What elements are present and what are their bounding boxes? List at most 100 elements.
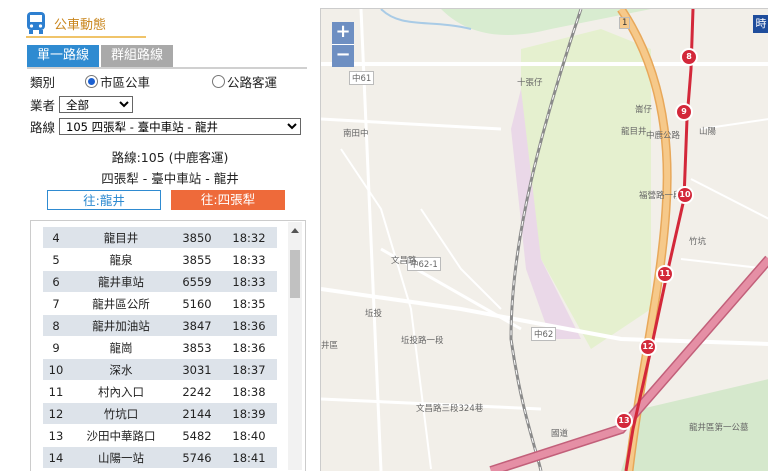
- map-label-place2: 坵投: [365, 307, 382, 319]
- stop-id: 6559: [173, 271, 221, 293]
- stop-seq: 11: [43, 381, 69, 403]
- map-stop-marker[interactable]: 10: [676, 186, 694, 204]
- table-row[interactable]: 12竹坑口214418:39: [43, 403, 277, 425]
- direction-longjing-button[interactable]: 往:龍井: [47, 190, 161, 210]
- stop-seq: 14: [43, 447, 69, 469]
- stop-time: 18:33: [221, 271, 277, 293]
- stop-name: 竹坑口: [69, 403, 173, 425]
- tab-single-route[interactable]: 單一路線: [27, 45, 99, 67]
- radio-highway-bus-label[interactable]: 公路客運: [227, 72, 277, 91]
- table-row[interactable]: 7龍井區公所516018:35: [43, 293, 277, 315]
- route-map[interactable]: + − 時 中61中62-1中621南田中坵投井區十張仔崙仔龍目井山陽文昌路文昌…: [320, 8, 768, 471]
- route-info-line1: 路線:105 (中鹿客運): [30, 147, 310, 166]
- scroll-up-arrow-icon[interactable]: [291, 228, 299, 233]
- map-label-place4: 十張仔: [517, 76, 543, 88]
- bus-icon: [26, 11, 46, 35]
- operator-select[interactable]: 全部: [59, 96, 133, 113]
- radio-highway-bus[interactable]: [212, 75, 225, 88]
- route-row: 路線 105 四張犁 - 臺中車站 - 龍井: [30, 117, 301, 136]
- stop-id: 3855: [173, 249, 221, 271]
- map-label-street6: 坵投路一段: [401, 334, 444, 346]
- stop-name: 龍泉: [69, 249, 173, 271]
- stops-table-container: 4龍目井385018:325龍泉385518:336龍井車站655918:337…: [30, 220, 306, 471]
- table-row[interactable]: 9龍崗385318:36: [43, 337, 277, 359]
- operator-label: 業者: [30, 95, 55, 114]
- map-stop-marker-number: 11: [659, 269, 670, 278]
- radio-city-bus[interactable]: [85, 75, 98, 88]
- stop-time: 18:35: [221, 293, 277, 315]
- map-label-road1: 中61: [349, 71, 374, 85]
- map-stop-marker[interactable]: 13: [615, 412, 633, 430]
- stop-time: 18:39: [221, 403, 277, 425]
- table-row[interactable]: 8龍井加油站384718:36: [43, 315, 277, 337]
- map-label-street1: 文昌路: [391, 254, 417, 266]
- stop-id: 3031: [173, 359, 221, 381]
- table-row[interactable]: 14山陽一站574618:41: [43, 447, 277, 469]
- map-stop-marker[interactable]: 9: [675, 103, 693, 121]
- route-select[interactable]: 105 四張犁 - 臺中車站 - 龍井: [59, 118, 301, 135]
- stop-seq: 4: [43, 227, 69, 249]
- panel-title: 公車動態: [54, 14, 106, 33]
- time-button[interactable]: 時: [753, 15, 768, 33]
- stop-time: 18:40: [221, 425, 277, 447]
- zoom-in-button[interactable]: +: [332, 22, 354, 44]
- table-row[interactable]: 10深水303118:37: [43, 359, 277, 381]
- route-tabs: 單一路線 群組路線: [27, 45, 173, 67]
- map-stop-marker-number: 13: [618, 416, 629, 425]
- map-label-place3: 井區: [321, 339, 338, 351]
- table-row[interactable]: 5龍泉385518:33: [43, 249, 277, 271]
- map-stop-marker-number: 8: [686, 52, 692, 61]
- map-label-place1: 南田中: [343, 127, 369, 139]
- stop-time: 18:37: [221, 359, 277, 381]
- stop-id: 2242: [173, 381, 221, 403]
- stop-id: 3847: [173, 315, 221, 337]
- radio-city-bus-label[interactable]: 市區公車: [100, 72, 150, 91]
- stop-name: 村內入口: [69, 381, 173, 403]
- table-row[interactable]: 13沙田中華路口548218:40: [43, 425, 277, 447]
- category-row: 類別 市區公車 公路客運: [30, 72, 277, 91]
- table-row[interactable]: 6龍井車站655918:33: [43, 271, 277, 293]
- stop-id: 5482: [173, 425, 221, 447]
- stop-time: 18:36: [221, 337, 277, 359]
- map-stop-marker[interactable]: 11: [656, 265, 674, 283]
- table-row[interactable]: 4龍目井385018:32: [43, 227, 277, 249]
- category-label: 類別: [30, 72, 55, 91]
- map-stop-marker[interactable]: 12: [639, 338, 657, 356]
- stop-time: 18:41: [221, 447, 277, 469]
- map-label-hw: 國道: [551, 427, 568, 439]
- map-label-place7: 山陽: [699, 125, 716, 137]
- stop-time: 18:38: [221, 381, 277, 403]
- stop-name: 龍崗: [69, 337, 173, 359]
- stop-seq: 8: [43, 315, 69, 337]
- stop-seq: 6: [43, 271, 69, 293]
- zoom-out-button[interactable]: −: [332, 44, 354, 67]
- map-stop-marker-number: 12: [642, 342, 653, 351]
- stop-name: 山陽一站: [69, 447, 173, 469]
- map-stop-marker-number: 9: [681, 107, 687, 116]
- map-label-street2: 文昌路三段324巷: [416, 402, 483, 414]
- map-label-place6: 龍目井: [621, 125, 647, 137]
- operator-row: 業者 全部: [30, 95, 133, 114]
- map-stop-marker[interactable]: 8: [680, 48, 698, 66]
- stops-scrollbar[interactable]: [288, 222, 302, 470]
- stop-id: 5160: [173, 293, 221, 315]
- scroll-thumb[interactable]: [290, 250, 300, 298]
- stops-table: 4龍目井385018:325龍泉385518:336龍井車站655918:337…: [43, 227, 277, 471]
- stop-id: 3853: [173, 337, 221, 359]
- map-label-street3: 中鹿公路: [646, 129, 680, 141]
- stop-name: 深水: [69, 359, 173, 381]
- stop-time: 18:32: [221, 227, 277, 249]
- stop-seq: 9: [43, 337, 69, 359]
- header-divider: [26, 36, 146, 38]
- stop-time: 18:36: [221, 315, 277, 337]
- stop-time: 18:33: [221, 249, 277, 271]
- tab-group-route[interactable]: 群組路線: [101, 45, 173, 67]
- stop-name: 龍目井: [69, 227, 173, 249]
- direction-sizhangli-button[interactable]: 往:四張犁: [171, 190, 285, 210]
- table-row[interactable]: 11村內入口224218:38: [43, 381, 277, 403]
- stop-id: 2144: [173, 403, 221, 425]
- stop-seq: 10: [43, 359, 69, 381]
- stop-seq: 12: [43, 403, 69, 425]
- stop-id: 3850: [173, 227, 221, 249]
- stop-name: 龍井車站: [69, 271, 173, 293]
